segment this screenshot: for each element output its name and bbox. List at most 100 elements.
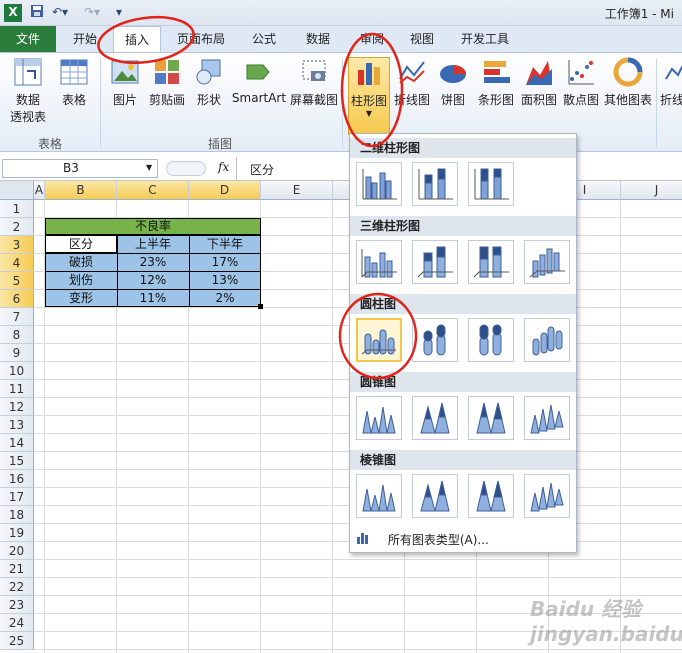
tab-formulas[interactable]: 公式 [242, 26, 286, 52]
area-chart-button[interactable]: 面积图 [518, 57, 560, 108]
gallery-2d-100-stacked[interactable] [468, 162, 514, 206]
row-header[interactable]: 5 [0, 272, 34, 290]
formula-input[interactable]: 区分 [250, 161, 274, 178]
line-chart-button[interactable]: 折线图 [392, 57, 432, 108]
gallery-pyramid-clustered[interactable] [356, 474, 402, 518]
gallery-cone-3d[interactable] [524, 396, 570, 440]
row-header[interactable]: 17 [0, 488, 34, 506]
gallery-pyramid-3d[interactable] [524, 474, 570, 518]
save-icon[interactable] [30, 4, 44, 21]
gallery-3d-column[interactable] [524, 240, 570, 284]
column-header[interactable]: C [117, 181, 189, 200]
table-cell[interactable]: 11% [117, 289, 189, 307]
table-cell[interactable]: 13% [189, 271, 261, 289]
pie-chart-button[interactable]: 饼图 [434, 57, 472, 108]
row-header[interactable]: 3 [0, 236, 34, 254]
row-header[interactable]: 6 [0, 290, 34, 308]
undo-icon[interactable]: ↶▾ [52, 4, 68, 21]
shapes-button[interactable]: 形状 [192, 57, 226, 108]
row-header[interactable]: 21 [0, 560, 34, 578]
gallery-cone-100-stacked[interactable] [468, 396, 514, 440]
column-chart-button[interactable]: 柱形图 ▼ [348, 57, 390, 135]
table-cell[interactable]: 破损 [45, 253, 117, 271]
row-header[interactable]: 8 [0, 326, 34, 344]
worksheet-grid[interactable]: ABCDEFGHIJ 12345678910111213141516171819… [0, 181, 682, 653]
table-cell[interactable]: 划伤 [45, 271, 117, 289]
row-header[interactable]: 20 [0, 542, 34, 560]
gallery-cylinder-3d[interactable] [524, 318, 570, 362]
tab-view[interactable]: 视图 [400, 26, 444, 52]
column-header[interactable]: A [34, 181, 45, 200]
fill-handle[interactable] [258, 304, 263, 309]
gallery-cone-stacked[interactable] [412, 396, 458, 440]
row-header[interactable]: 9 [0, 344, 34, 362]
table-cell[interactable]: 变形 [45, 289, 117, 307]
row-header[interactable]: 2 [0, 218, 34, 236]
gallery-2d-clustered[interactable] [356, 162, 402, 206]
gallery-3d-100-stacked[interactable] [468, 240, 514, 284]
row-header[interactable]: 19 [0, 524, 34, 542]
row-header[interactable]: 11 [0, 380, 34, 398]
row-header[interactable]: 25 [0, 632, 34, 650]
column-header[interactable]: E [261, 181, 333, 200]
row-header[interactable]: 13 [0, 416, 34, 434]
header-cell-category[interactable]: 区分 [45, 235, 117, 253]
row-header[interactable]: 1 [0, 200, 34, 218]
clipart-button[interactable]: 剪贴画 [146, 57, 188, 108]
tab-page-layout[interactable]: 页面布局 [170, 26, 232, 52]
smartart-button[interactable]: SmartArt [230, 57, 288, 105]
bar-chart-button[interactable]: 条形图 [474, 57, 518, 108]
row-header[interactable]: 12 [0, 398, 34, 416]
gallery-cone-clustered[interactable] [356, 396, 402, 440]
tab-file[interactable]: 文件 [0, 26, 56, 52]
table-button[interactable]: 表格 [56, 57, 92, 108]
table-title[interactable]: 不良率 [45, 217, 261, 235]
table-cell[interactable]: 2% [189, 289, 261, 307]
customize-toolbar-icon[interactable]: ▾ [116, 4, 122, 21]
all-chart-types-link[interactable]: 所有图表类型(A)... [356, 530, 570, 550]
row-header[interactable]: 14 [0, 434, 34, 452]
tab-home[interactable]: 开始 [62, 26, 108, 52]
screenshot-button[interactable]: 屏幕截图 [288, 57, 340, 108]
gallery-cylinder-clustered[interactable] [356, 318, 402, 362]
scatter-chart-button[interactable]: 散点图 [560, 57, 602, 108]
row-header[interactable]: 4 [0, 254, 34, 272]
table-cell[interactable]: 23% [117, 253, 189, 271]
table-cell[interactable]: 17% [189, 253, 261, 271]
redo-icon[interactable]: ↷▾ [84, 4, 100, 21]
pivot-table-button[interactable]: 数据 透视表 [4, 57, 52, 125]
picture-button[interactable]: 图片 [106, 57, 144, 108]
tab-developer[interactable]: 开发工具 [452, 26, 518, 52]
row-header[interactable]: 10 [0, 362, 34, 380]
row-header[interactable]: 16 [0, 470, 34, 488]
fx-icon[interactable]: fx [218, 160, 229, 174]
row-header[interactable]: 7 [0, 308, 34, 326]
name-box[interactable]: B3 [2, 159, 158, 178]
header-cell-h2[interactable]: 下半年 [189, 235, 261, 253]
row-header[interactable]: 18 [0, 506, 34, 524]
sparkline-button[interactable]: 折线 [660, 57, 682, 108]
row-header[interactable]: 22 [0, 578, 34, 596]
gallery-2d-stacked[interactable] [412, 162, 458, 206]
column-header[interactable]: D [189, 181, 261, 200]
gallery-3d-stacked[interactable] [412, 240, 458, 284]
row-header[interactable]: 15 [0, 452, 34, 470]
tab-insert[interactable]: 插入 [113, 26, 161, 52]
tab-data[interactable]: 数据 [296, 26, 340, 52]
name-box-dropdown-icon[interactable]: ▼ [146, 163, 152, 172]
gallery-cylinder-stacked[interactable] [412, 318, 458, 362]
select-all-corner[interactable] [0, 181, 34, 200]
formula-bar-splitter[interactable] [166, 161, 206, 176]
gallery-3d-clustered[interactable] [356, 240, 402, 284]
table-cell[interactable]: 12% [117, 271, 189, 289]
other-charts-button[interactable]: 其他图表 [602, 57, 654, 108]
header-cell-h1[interactable]: 上半年 [117, 235, 189, 253]
tab-review[interactable]: 审阅 [350, 26, 394, 52]
column-header[interactable]: B [45, 181, 117, 200]
column-header[interactable]: J [621, 181, 682, 200]
gallery-pyramid-100-stacked[interactable] [468, 474, 514, 518]
gallery-pyramid-stacked[interactable] [412, 474, 458, 518]
row-header[interactable]: 24 [0, 614, 34, 632]
gallery-cylinder-100-stacked[interactable] [468, 318, 514, 362]
row-header[interactable]: 23 [0, 596, 34, 614]
